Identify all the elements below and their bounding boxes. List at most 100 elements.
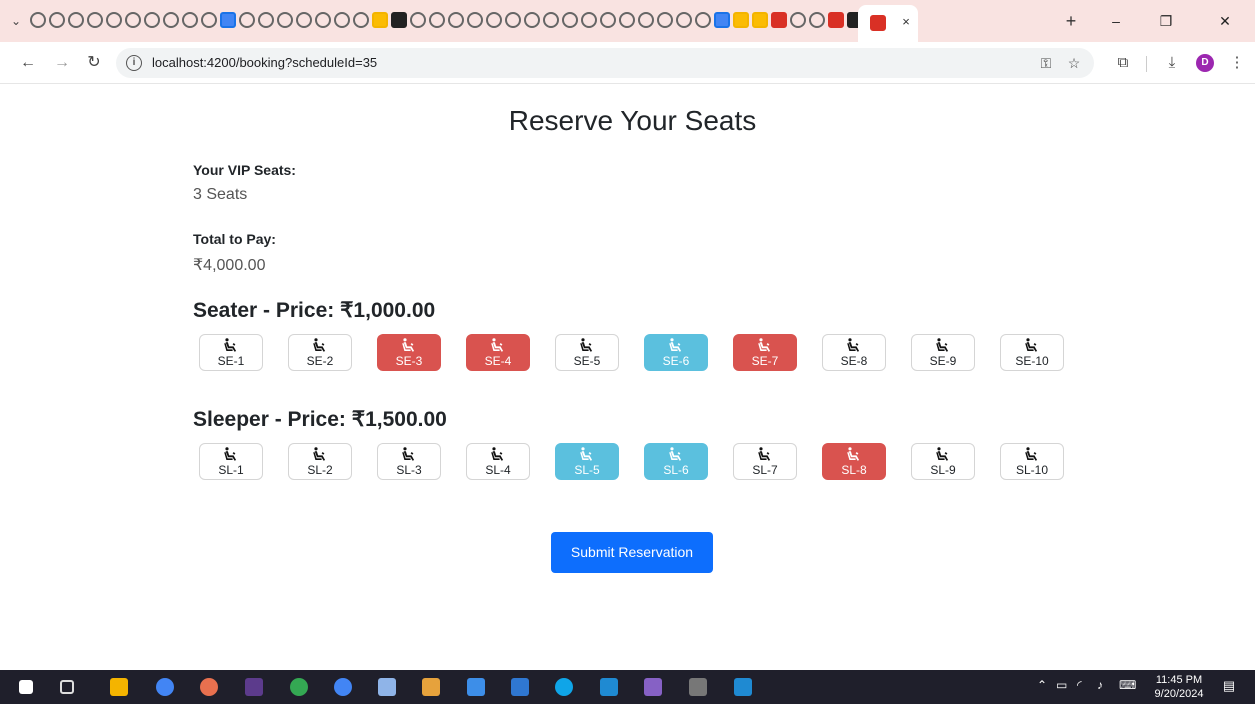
edge-icon[interactable] xyxy=(555,678,573,696)
tab-favicon-icon[interactable] xyxy=(638,12,654,28)
tab-favicon-icon[interactable] xyxy=(353,12,369,28)
close-window-button[interactable]: ✕ xyxy=(1205,8,1245,34)
store-icon[interactable] xyxy=(734,678,752,696)
tab-favicon-icon[interactable] xyxy=(790,12,806,28)
tab-favicon-icon[interactable] xyxy=(752,12,768,28)
profile-avatar[interactable]: D xyxy=(1196,54,1214,72)
tab-favicon-icon[interactable] xyxy=(49,12,65,28)
sleeper-seat-10[interactable]: SL-10 xyxy=(1000,443,1064,480)
visual-studio-icon[interactable] xyxy=(644,678,662,696)
file-explorer-icon[interactable] xyxy=(110,678,128,696)
windows-start-icon[interactable] xyxy=(19,680,33,694)
tab-favicon-icon[interactable] xyxy=(182,12,198,28)
tab-favicon-icon[interactable] xyxy=(391,12,407,28)
tab-search-icon[interactable]: ⌄ xyxy=(6,11,26,31)
tab-favicon-icon[interactable] xyxy=(828,12,844,28)
minimize-button[interactable]: – xyxy=(1096,8,1136,34)
seater-seat-8[interactable]: SE-8 xyxy=(822,334,886,371)
tab-favicon-icon[interactable] xyxy=(296,12,312,28)
sleeper-seat-8[interactable]: SL-8 xyxy=(822,443,886,480)
seater-seat-2[interactable]: SE-2 xyxy=(288,334,352,371)
chrome-profile-icon[interactable] xyxy=(200,678,218,696)
back-arrow-icon[interactable]: ← xyxy=(16,51,40,75)
tab-favicon-icon[interactable] xyxy=(277,12,293,28)
tab-favicon-icon[interactable] xyxy=(315,12,331,28)
url-text[interactable]: localhost:4200/booking?scheduleId=35 xyxy=(152,55,377,70)
download-icon[interactable]: ⤓ xyxy=(1161,52,1183,74)
tab-favicon-icon[interactable] xyxy=(562,12,578,28)
submit-reservation-button[interactable]: Submit Reservation xyxy=(551,532,713,573)
vscode-icon[interactable] xyxy=(600,678,618,696)
tab-favicon-icon[interactable] xyxy=(144,12,160,28)
tray-chevron-icon[interactable]: ⌃ xyxy=(1037,678,1047,692)
extensions-puzzle-icon[interactable]: ⧉ xyxy=(1112,52,1134,74)
forward-arrow-icon[interactable]: → xyxy=(50,51,74,75)
tab-favicon-icon[interactable] xyxy=(543,12,559,28)
wifi-icon[interactable]: ◜ xyxy=(1077,678,1082,692)
tab-favicon-icon[interactable] xyxy=(581,12,597,28)
seater-seat-7[interactable]: SE-7 xyxy=(733,334,797,371)
restore-button[interactable]: ❐ xyxy=(1146,8,1186,34)
tab-favicon-icon[interactable] xyxy=(524,12,540,28)
tab-favicon-icon[interactable] xyxy=(410,12,426,28)
taskbar-clock[interactable]: 11:45 PM 9/20/2024 xyxy=(1151,673,1207,701)
site-info-icon[interactable]: i xyxy=(126,55,142,71)
tab-favicon-icon[interactable] xyxy=(239,12,255,28)
tab-favicon-icon[interactable] xyxy=(201,12,217,28)
battery-icon[interactable]: ▭ xyxy=(1056,678,1067,692)
tab-favicon-icon[interactable] xyxy=(714,12,730,28)
terminal-icon[interactable] xyxy=(245,678,263,696)
tab-favicon-icon[interactable] xyxy=(372,12,388,28)
kebab-menu-icon[interactable]: ⋮ xyxy=(1226,52,1248,74)
tab-favicon-icon[interactable] xyxy=(619,12,635,28)
tab-favicon-icon[interactable] xyxy=(429,12,445,28)
tab-favicon-icon[interactable] xyxy=(467,12,483,28)
chrome-app-2-icon[interactable] xyxy=(334,678,352,696)
calculator-icon[interactable] xyxy=(689,678,707,696)
tab-favicon-icon[interactable] xyxy=(106,12,122,28)
pen-app-icon[interactable] xyxy=(378,678,396,696)
tab-favicon-icon[interactable] xyxy=(733,12,749,28)
tab-favicon-icon[interactable] xyxy=(87,12,103,28)
password-key-icon[interactable]: ⚿ xyxy=(1036,53,1056,73)
tab-favicon-icon[interactable] xyxy=(125,12,141,28)
tab-favicon-icon[interactable] xyxy=(448,12,464,28)
tab-favicon-icon[interactable] xyxy=(771,12,787,28)
tab-close-icon[interactable]: × xyxy=(898,14,914,30)
tab-favicon-icon[interactable] xyxy=(163,12,179,28)
tab-favicon-icon[interactable] xyxy=(68,12,84,28)
sleeper-seat-7[interactable]: SL-7 xyxy=(733,443,797,480)
seater-seat-10[interactable]: SE-10 xyxy=(1000,334,1064,371)
sleeper-seat-9[interactable]: SL-9 xyxy=(911,443,975,480)
volume-icon[interactable]: ♪ xyxy=(1097,678,1103,692)
active-tab[interactable]: × xyxy=(858,5,918,42)
tab-favicon-icon[interactable] xyxy=(657,12,673,28)
seater-seat-3[interactable]: SE-3 xyxy=(377,334,441,371)
seater-seat-4[interactable]: SE-4 xyxy=(466,334,530,371)
tab-favicon-icon[interactable] xyxy=(258,12,274,28)
sleeper-seat-5[interactable]: SL-5 xyxy=(555,443,619,480)
paint-app-icon[interactable] xyxy=(422,678,440,696)
notification-icon[interactable]: ▤ xyxy=(1219,678,1239,696)
bookmark-star-icon[interactable]: ☆ xyxy=(1064,53,1084,73)
sleeper-seat-3[interactable]: SL-3 xyxy=(377,443,441,480)
tab-favicon-icon[interactable] xyxy=(809,12,825,28)
new-tab-button[interactable]: + xyxy=(1060,10,1082,32)
sleeper-seat-1[interactable]: SL-1 xyxy=(199,443,263,480)
tab-favicon-icon[interactable] xyxy=(695,12,711,28)
notepad-icon[interactable] xyxy=(467,678,485,696)
tab-favicon-icon[interactable] xyxy=(486,12,502,28)
tab-favicon-icon[interactable] xyxy=(220,12,236,28)
sleeper-seat-6[interactable]: SL-6 xyxy=(644,443,708,480)
seater-seat-1[interactable]: SE-1 xyxy=(199,334,263,371)
photos-icon[interactable] xyxy=(511,678,529,696)
reload-icon[interactable]: ↻ xyxy=(82,51,106,75)
address-bar[interactable]: i localhost:4200/booking?scheduleId=35 ⚿… xyxy=(116,48,1094,78)
sleeper-seat-2[interactable]: SL-2 xyxy=(288,443,352,480)
seater-seat-6[interactable]: SE-6 xyxy=(644,334,708,371)
tab-favicon-icon[interactable] xyxy=(600,12,616,28)
tab-favicon-icon[interactable] xyxy=(505,12,521,28)
keyboard-icon[interactable]: ⌨ xyxy=(1119,678,1136,692)
tab-favicon-icon[interactable] xyxy=(334,12,350,28)
seater-seat-9[interactable]: SE-9 xyxy=(911,334,975,371)
